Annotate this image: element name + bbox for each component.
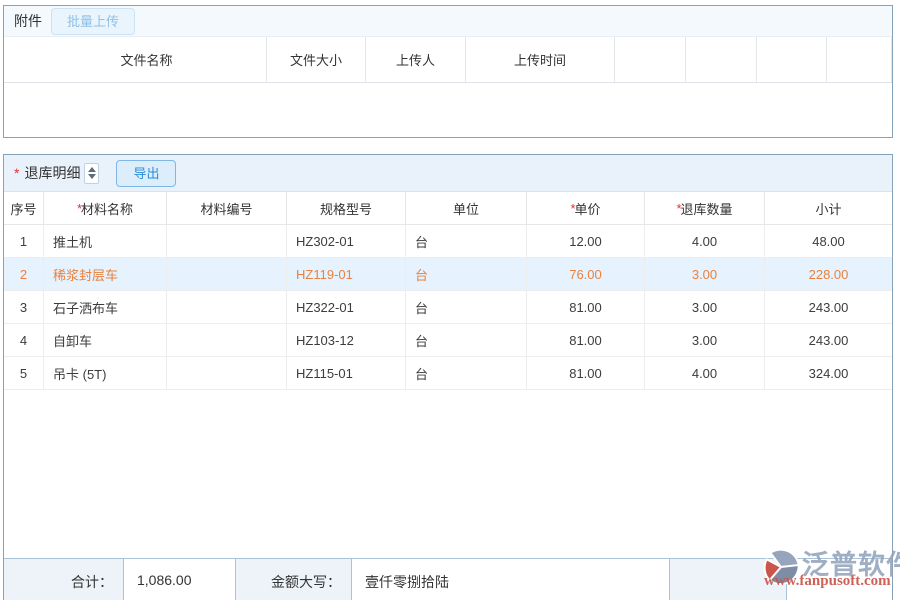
cell-unit: 台 [406,291,527,323]
detail-table-header: 序号 * 材料名称 材料编号 规格型号 单位 * 单价 * 退库数量 小计 [4,192,892,225]
col-header-spec-model: 规格型号 [287,192,406,224]
cell-subtotal: 243.00 [765,291,892,323]
cell-material-code [167,225,287,257]
cell-unit: 台 [406,258,527,290]
cell-subtotal: 228.00 [765,258,892,290]
empty-grid-area [4,390,892,558]
footer-empty-value [787,559,892,600]
cell-spec-model: HZ119-01 [287,258,406,290]
cell-unit-price: 12.00 [527,225,645,257]
cell-unit-price: 81.00 [527,291,645,323]
cell-material-name: 石子洒布车 [44,291,167,323]
cell-return-qty: 3.00 [645,291,765,323]
cell-material-code [167,258,287,290]
cell-return-qty: 4.00 [645,225,765,257]
return-detail-title: 退库明细 [24,163,80,183]
cell-material-code [167,357,287,389]
cell-material-code [167,291,287,323]
col-header-material-code: 材料编号 [167,192,287,224]
cell-unit-price: 81.00 [527,324,645,356]
table-row[interactable]: 4 自卸车 HZ103-12 台 81.00 3.00 243.00 [4,324,892,357]
col-header-material-name: * 材料名称 [44,192,167,224]
cell-seq: 5 [4,357,44,389]
cell-material-code [167,324,287,356]
return-detail-toolbar: * 退库明细 导出 [4,155,892,192]
cell-material-name: 稀浆封层车 [44,258,167,290]
col-header-uploader: 上传人 [366,37,466,82]
cell-seq: 3 [4,291,44,323]
stepper-up-icon[interactable] [88,167,96,172]
cell-unit: 台 [406,225,527,257]
col-header-file-size: 文件大小 [267,37,366,82]
table-row[interactable]: 5 吊卡 (5T) HZ115-01 台 81.00 4.00 324.00 [4,357,892,390]
cell-unit: 台 [406,357,527,389]
cell-subtotal: 243.00 [765,324,892,356]
cell-material-name: 推土机 [44,225,167,257]
amount-in-words-value: 壹仟零捌拾陆 [352,559,670,600]
cell-spec-model: HZ322-01 [287,291,406,323]
cell-unit-price: 76.00 [527,258,645,290]
cell-spec-model: HZ103-12 [287,324,406,356]
attachments-title: 附件 [14,11,42,31]
cell-seq: 4 [4,324,44,356]
cell-unit-price: 81.00 [527,357,645,389]
stepper-down-icon[interactable] [88,174,96,179]
cell-material-name: 自卸车 [44,324,167,356]
export-button[interactable]: 导出 [116,160,176,187]
col-header-empty-2 [686,37,757,82]
total-label: 合计： [4,559,124,600]
cell-spec-model: HZ302-01 [287,225,406,257]
cell-seq: 2 [4,258,44,290]
batch-upload-button[interactable]: 批量上传 [51,8,135,35]
cell-subtotal: 48.00 [765,225,892,257]
col-header-unit: 单位 [406,192,527,224]
cell-seq: 1 [4,225,44,257]
table-row[interactable]: 3 石子洒布车 HZ322-01 台 81.00 3.00 243.00 [4,291,892,324]
cell-return-qty: 3.00 [645,258,765,290]
col-header-seq: 序号 [4,192,44,224]
attachments-table-header: 文件名称 文件大小 上传人 上传时间 [4,37,892,83]
table-row-selected[interactable]: 2 稀浆封层车 HZ119-01 台 76.00 3.00 228.00 [4,258,892,291]
totals-footer: 合计： 1,086.00 金额大写： 壹仟零捌拾陆 [4,558,892,600]
cell-subtotal: 324.00 [765,357,892,389]
total-value: 1,086.00 [124,559,236,600]
col-header-file-name: 文件名称 [4,37,267,82]
col-header-subtotal: 小计 [765,192,892,224]
return-detail-panel: * 退库明细 导出 序号 * 材料名称 材料编号 规格型号 单位 * 单价 * … [3,154,893,600]
cell-return-qty: 3.00 [645,324,765,356]
footer-empty-label [670,559,787,600]
col-header-empty-4 [827,37,892,82]
cell-unit: 台 [406,324,527,356]
cell-spec-model: HZ115-01 [287,357,406,389]
attachments-panel: 附件 批量上传 文件名称 文件大小 上传人 上传时间 [3,5,893,138]
col-header-empty-1 [615,37,686,82]
col-header-unit-price: * 单价 [527,192,645,224]
attachments-toolbar: 附件 批量上传 [4,6,892,37]
col-header-upload-time: 上传时间 [466,37,615,82]
attachments-table-empty-body [4,83,892,136]
col-header-return-qty: * 退库数量 [645,192,765,224]
cell-return-qty: 4.00 [645,357,765,389]
cell-material-name: 吊卡 (5T) [44,357,167,389]
col-header-empty-3 [757,37,827,82]
table-row[interactable]: 1 推土机 HZ302-01 台 12.00 4.00 48.00 [4,225,892,258]
stepper-icon[interactable] [84,163,99,184]
amount-in-words-label: 金额大写： [236,559,352,600]
required-mark: * [14,165,19,181]
